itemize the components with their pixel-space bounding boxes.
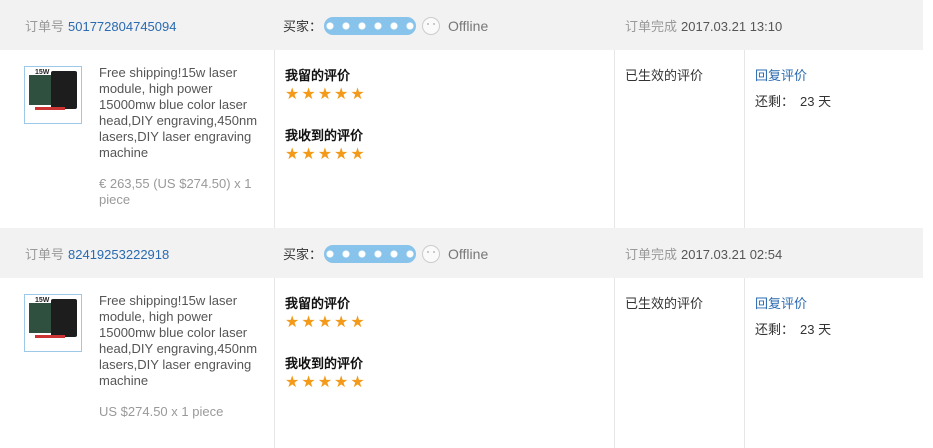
star-icon: ★ [317, 86, 333, 103]
divider [614, 278, 615, 448]
divider [744, 278, 745, 448]
star-icon: ★ [334, 314, 349, 331]
star-icon: ★ [285, 86, 300, 103]
star-icon: ★ [350, 146, 365, 163]
divider [274, 278, 275, 448]
reply-review-link[interactable]: 回复评价 [755, 65, 807, 84]
star-icon: ★ [350, 374, 365, 391]
chat-icon[interactable] [422, 16, 441, 35]
divider [614, 50, 615, 228]
thumb-laser-head [51, 299, 77, 337]
divider [744, 50, 745, 228]
remaining-label: 还剩： [755, 322, 795, 337]
buyer-info: 买家： Offline [283, 16, 488, 35]
completed-time: 2017.03.21 13:10 [681, 19, 783, 34]
received-review-label: 我收到的评价 [285, 129, 364, 144]
remaining-days: 23 天 [800, 322, 832, 337]
product-thumbnail[interactable]: 15W [24, 66, 82, 124]
remaining-days: 23 天 [800, 94, 832, 109]
thumb-label: 15W [35, 69, 50, 76]
my-review-label: 我留的评价 [285, 297, 351, 312]
star-icon: ★ [285, 146, 300, 163]
order-header: 订单号 82419253222918 买家： Offline 订单完成 2017.0… [0, 228, 923, 278]
star-icon: ★ [350, 86, 365, 103]
order-number-link[interactable]: 82419253222918 [68, 247, 169, 262]
buyer-status: Offline [448, 17, 489, 34]
buyer-label: 买家： [283, 19, 323, 34]
buyer-status: Offline [448, 245, 489, 262]
my-review-stars: ★ ★ ★ ★ ★ [285, 314, 365, 331]
effective-review-label: 已生效的评价 [625, 296, 704, 311]
order-number: 订单号 82419253222918 [25, 244, 169, 263]
order-header: 订单号 501772804745094 买家： Offline 订单完成 2017.… [0, 0, 923, 50]
star-icon: ★ [285, 374, 300, 391]
order-number-label: 订单号 [25, 19, 65, 34]
days-remaining: 还剩： 23 天 [755, 91, 831, 110]
order-body: 15W Free shipping!15w laser module, high… [0, 50, 923, 228]
completed-time: 2017.03.21 02:54 [681, 247, 783, 262]
thumb-laser-head [51, 71, 77, 109]
thumb-label: 15W [35, 297, 50, 304]
order-body: 15W Free shipping!15w laser module, high… [0, 278, 923, 448]
reply-review-link[interactable]: 回复评价 [755, 293, 807, 312]
order-number-link[interactable]: 501772804745094 [68, 19, 176, 34]
star-icon: ★ [301, 146, 316, 163]
product-price: € 263,55 (US $274.50) x 1 piece [99, 176, 252, 207]
received-review-stars: ★ ★ ★ ★ ★ [285, 146, 365, 163]
order-number: 订单号 501772804745094 [25, 16, 176, 35]
order-card: 订单号 501772804745094 买家： Offline 订单完成 2017.… [0, 0, 923, 228]
buyer-name-masked [324, 16, 417, 35]
order-number-label: 订单号 [25, 247, 65, 262]
star-icon: ★ [301, 314, 316, 331]
received-review-label: 我收到的评价 [285, 357, 364, 372]
star-icon: ★ [334, 146, 349, 163]
thumb-cable [35, 107, 65, 110]
star-icon: ★ [350, 314, 365, 331]
remaining-label: 还剩： [755, 94, 795, 109]
completed-label: 订单完成 [625, 247, 678, 262]
star-icon: ★ [334, 374, 349, 391]
days-remaining: 还剩： 23 天 [755, 319, 831, 338]
star-icon: ★ [285, 314, 300, 331]
star-icon: ★ [317, 146, 333, 163]
chat-icon[interactable] [422, 244, 441, 263]
buyer-name-masked [324, 244, 417, 263]
divider [274, 50, 275, 228]
order-completed: 订单完成 2017.03.21 02:54 [625, 244, 782, 263]
order-card: 订单号 82419253222918 买家： Offline 订单完成 2017.0… [0, 228, 923, 448]
buyer-label: 买家： [283, 247, 323, 262]
product-title[interactable]: Free shipping!15w laser module, high pow… [99, 293, 271, 389]
star-icon: ★ [317, 314, 333, 331]
effective-review-label: 已生效的评价 [625, 68, 704, 83]
product-thumbnail[interactable]: 15W [24, 294, 82, 352]
star-icon: ★ [301, 374, 316, 391]
received-review-stars: ★ ★ ★ ★ ★ [285, 374, 365, 391]
my-review-stars: ★ ★ ★ ★ ★ [285, 86, 365, 103]
thumb-cable [35, 335, 65, 338]
product-title[interactable]: Free shipping!15w laser module, high pow… [99, 65, 271, 161]
order-completed: 订单完成 2017.03.21 13:10 [625, 16, 782, 35]
product-price: US $274.50 x 1 piece [99, 404, 224, 419]
star-icon: ★ [334, 86, 349, 103]
completed-label: 订单完成 [625, 19, 678, 34]
buyer-info: 买家： Offline [283, 244, 488, 263]
star-icon: ★ [317, 374, 333, 391]
star-icon: ★ [301, 86, 316, 103]
my-review-label: 我留的评价 [285, 69, 351, 84]
